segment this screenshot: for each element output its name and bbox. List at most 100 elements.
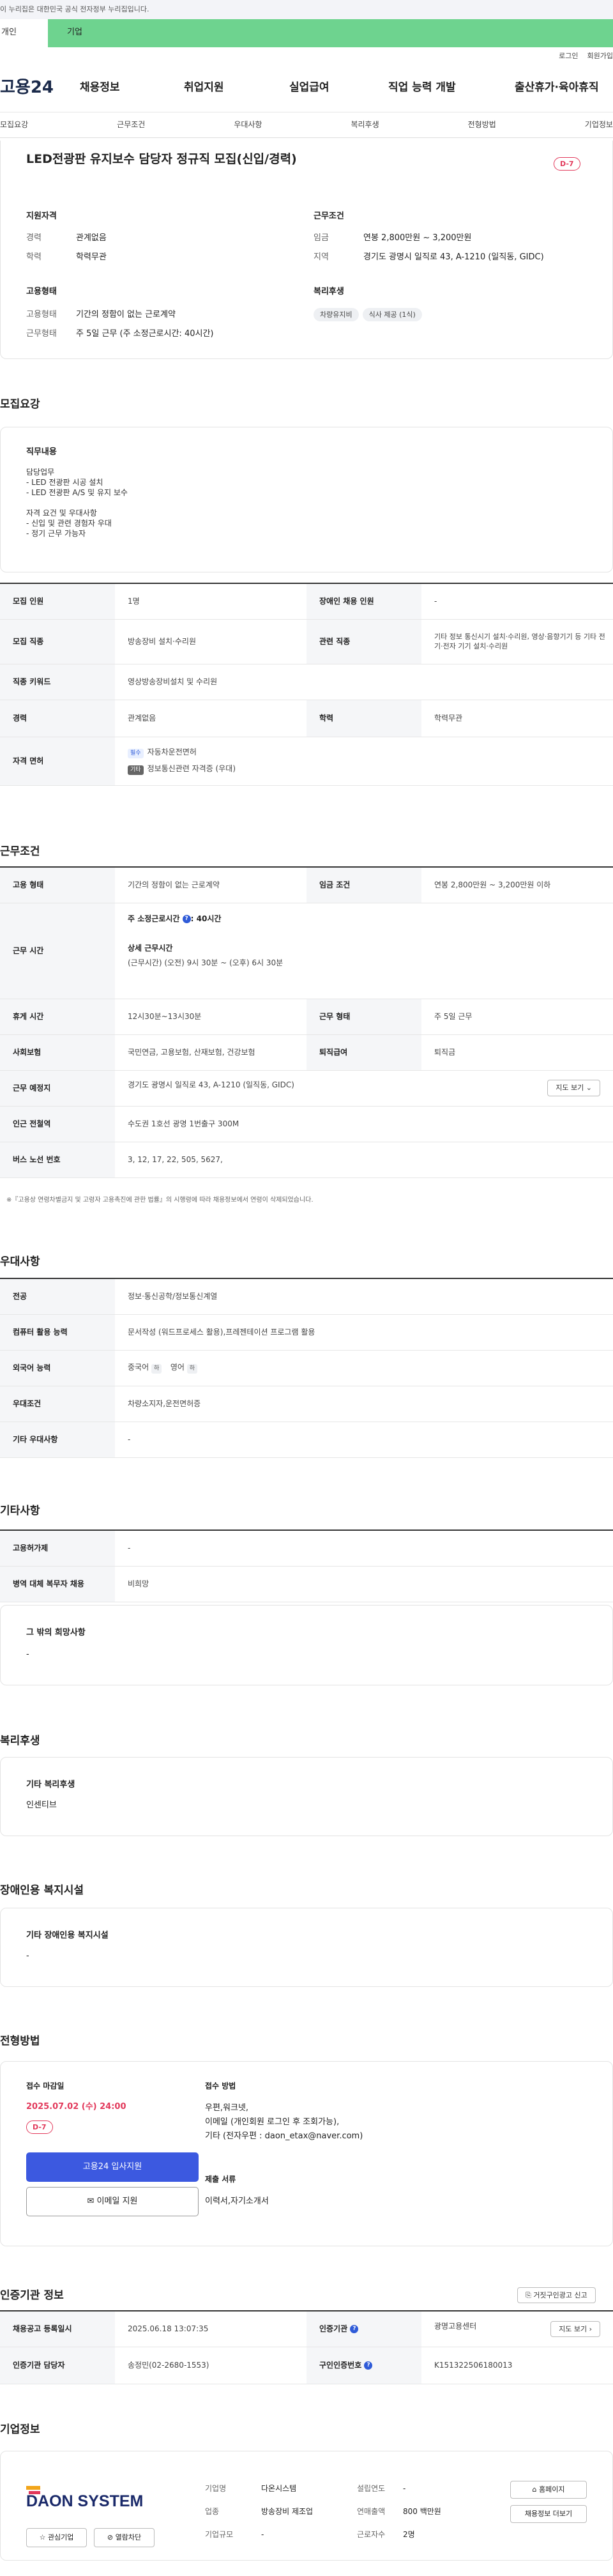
rel-value: 기타 정보 통신시기 설치·수리원, 영상·음향기기 등 기타 전기·전자 기기… <box>421 619 613 664</box>
duty-line: - 신입 및 관련 경험자 우대 <box>26 519 112 528</box>
lang-value: 중국어 하 영어 하 <box>115 1350 613 1386</box>
subway-label: 인근 전철역 <box>0 1106 115 1142</box>
prefetc-value: - <box>115 1422 613 1458</box>
mgr-value: 송정민(02-2680-1553) <box>115 2347 306 2384</box>
lang-label: 외국어 능력 <box>0 1350 115 1386</box>
info-icon[interactable]: ? <box>350 2324 359 2333</box>
tab-personal[interactable]: 개인 <box>0 19 48 47</box>
disab-value: - <box>26 1951 29 1961</box>
sev-label: 퇴직급여 <box>306 1034 421 1071</box>
join-link[interactable]: 회원가입 <box>587 52 613 60</box>
section-tabs: 모집요강 근무조건 우대사항 복리후생 전형방법 기업정보 <box>0 112 613 138</box>
selection-card: 접수 마감일 2025.07.02 (수) 24:00 D-7 고용24 입사지… <box>0 2061 613 2246</box>
tab-pref[interactable]: 우대사항 <box>234 119 262 130</box>
email-apply-button[interactable]: ✉ 이메일 지원 <box>26 2187 199 2216</box>
duty-line: 담당업무 <box>26 468 55 477</box>
homepage-button[interactable]: ⌂ 홈페이지 <box>510 2481 587 2499</box>
login-link[interactable]: 로그인 <box>559 52 578 60</box>
org-value: 광명고용센터 지도 보기 › <box>421 2311 613 2347</box>
gnb-item[interactable]: 채용정보 <box>80 80 184 96</box>
utility-menu: 로그인 회원가입 <box>0 47 613 64</box>
gnb-item[interactable]: 출산휴가·육아휴직 <box>515 80 599 96</box>
apply-button-label: 고용24 입사지원 <box>82 2162 142 2172</box>
size-value: - <box>261 2530 264 2539</box>
docs-value: 이력서,자기소개서 <box>205 2196 269 2206</box>
selection-dday: D-7 <box>26 2120 53 2135</box>
major-label: 전공 <box>0 1278 115 1315</box>
tab-recruit[interactable]: 모집요강 <box>0 119 28 130</box>
dis-value: - <box>421 583 613 620</box>
workcond-title: 근무조건 <box>0 845 40 858</box>
report-label: 거짓구인광고 신고 <box>533 2291 587 2299</box>
duty-line: - 정기 근무 가능자 <box>26 529 86 538</box>
deadline-heading: 접수 마감일 <box>26 2082 64 2090</box>
homepage-label: 홈페이지 <box>539 2485 565 2494</box>
tab-workcond[interactable]: 근무조건 <box>117 119 145 130</box>
mgr-label: 인증기관 담당자 <box>0 2347 115 2384</box>
lang-text: 영어 <box>170 1363 185 1372</box>
other-title: 기타사항 <box>0 1505 40 1517</box>
more-jobs-button[interactable]: 채용정보 더보기 <box>510 2505 587 2523</box>
logo-text: DAON SYSTEM <box>26 2492 143 2510</box>
time-std: 주 소정근로시간 <box>128 914 180 923</box>
apply-button[interactable]: 고용24 입사지원 <box>26 2152 199 2182</box>
duty-heading: 직무내용 <box>26 447 57 457</box>
time-value: 주 소정근로시간 ?: 40시간 상세 근무시간 (근무시간) (오전) 9시 … <box>115 903 613 999</box>
disab-title: 장애인용 복지시설 <box>0 1884 84 1897</box>
block-button[interactable]: ⊘ 열람차단 <box>94 2528 155 2547</box>
home-icon: ⌂ <box>532 2485 537 2494</box>
region-value: 경기도 광명시 일직로 43, A-1210 (일직동, GIDC) <box>363 252 544 262</box>
gnb-item[interactable]: 실업급여 <box>289 80 388 96</box>
form-label: 근무 형태 <box>306 999 421 1035</box>
star-icon: ☆ <box>39 2533 46 2542</box>
fav-button[interactable]: ☆ 관심기업 <box>26 2528 87 2547</box>
bus-label: 버스 노선 번호 <box>0 1142 115 1178</box>
docs-heading: 제출 서류 <box>205 2175 236 2184</box>
lic-value: 필수 자동차운전면허 기타 정보통신관련 자격증 (우대) <box>115 737 613 786</box>
company-title: 기업정보 <box>0 2423 40 2436</box>
ind-label: 업종 <box>205 2507 220 2516</box>
block-label: 열람차단 <box>115 2533 142 2542</box>
report-button[interactable]: ⎘ 거짓구인광고 신고 <box>517 2287 596 2304</box>
job-label: 모집 직종 <box>0 619 115 664</box>
pref-table: 전공 정보·통신공학/정보통신계열 컴퓨터 활용 능력 문서작성 (워드프로세스 활… <box>0 1278 613 1458</box>
wagecond-label: 임금 조건 <box>306 867 421 903</box>
duty-line: 자격 요건 및 우대사항 <box>26 509 97 518</box>
method-line: 이메일 (개인회원 로그인 후 조회가능), <box>205 2117 340 2127</box>
sev-value: 퇴직금 <box>421 1034 613 1071</box>
welfare-tag: 식사 제공 (1식) <box>362 308 422 322</box>
info-icon[interactable]: ? <box>182 914 191 923</box>
empcount-label: 근로자수 <box>357 2530 386 2539</box>
tab-company[interactable]: 기업 <box>48 19 613 47</box>
lang-chip: 하 <box>186 1364 198 1374</box>
time-label: 근무 시간 <box>0 903 115 999</box>
prefcond-label: 우대조건 <box>0 1386 115 1422</box>
emptype-label: 고용형태 <box>26 310 57 319</box>
tab-company[interactable]: 기업정보 <box>585 119 613 130</box>
gnb-item[interactable]: 직업 능력 개발 <box>388 80 515 96</box>
mil-label: 병역 대체 복무자 채용 <box>0 1566 115 1602</box>
tab-selection[interactable]: 전형방법 <box>468 119 496 130</box>
edu-value: 학력무관 <box>76 252 107 262</box>
org-label-text: 인증기관 <box>319 2324 348 2333</box>
rest-value: 12시30분~13시30분 <box>115 999 306 1035</box>
region-label: 지역 <box>314 252 329 262</box>
wage-value: 연봉 2,800만원 ~ 3,200만원 <box>363 233 472 243</box>
company-info: 기업명 다온시스템 설립연도 - 업종 방송장비 제조업 연매출액 800 백만원 기업규모… <box>205 2477 441 2546</box>
ind-value: 방송장비 제조업 <box>261 2507 314 2516</box>
selection-title: 전형방법 <box>0 2035 40 2048</box>
dday-badge: D-7 <box>554 157 580 171</box>
car-value: 관계없음 <box>115 700 306 737</box>
info-icon[interactable]: ? <box>364 2361 373 2370</box>
agency-map-label: 지도 보기 <box>559 2324 587 2333</box>
cname-value: 다온시스템 <box>261 2484 297 2493</box>
tab-welfare[interactable]: 복리후생 <box>351 119 379 130</box>
prefetc-label: 기타 우대사항 <box>0 1422 115 1458</box>
agency-map-button[interactable]: 지도 보기 › <box>550 2320 600 2337</box>
lang-text: 중국어 <box>128 1363 149 1372</box>
job-value: 방송장비 설치·수리원 <box>115 619 306 664</box>
gnb-item[interactable]: 취업지원 <box>184 80 289 96</box>
map-button[interactable]: 지도 보기 ⌄ <box>547 1080 600 1096</box>
site-logo[interactable]: 고용24 <box>0 76 80 99</box>
place-value: 경기도 광명시 일직로 43, A-1210 (일직동, GIDC) 지도 보기 … <box>115 1070 613 1107</box>
